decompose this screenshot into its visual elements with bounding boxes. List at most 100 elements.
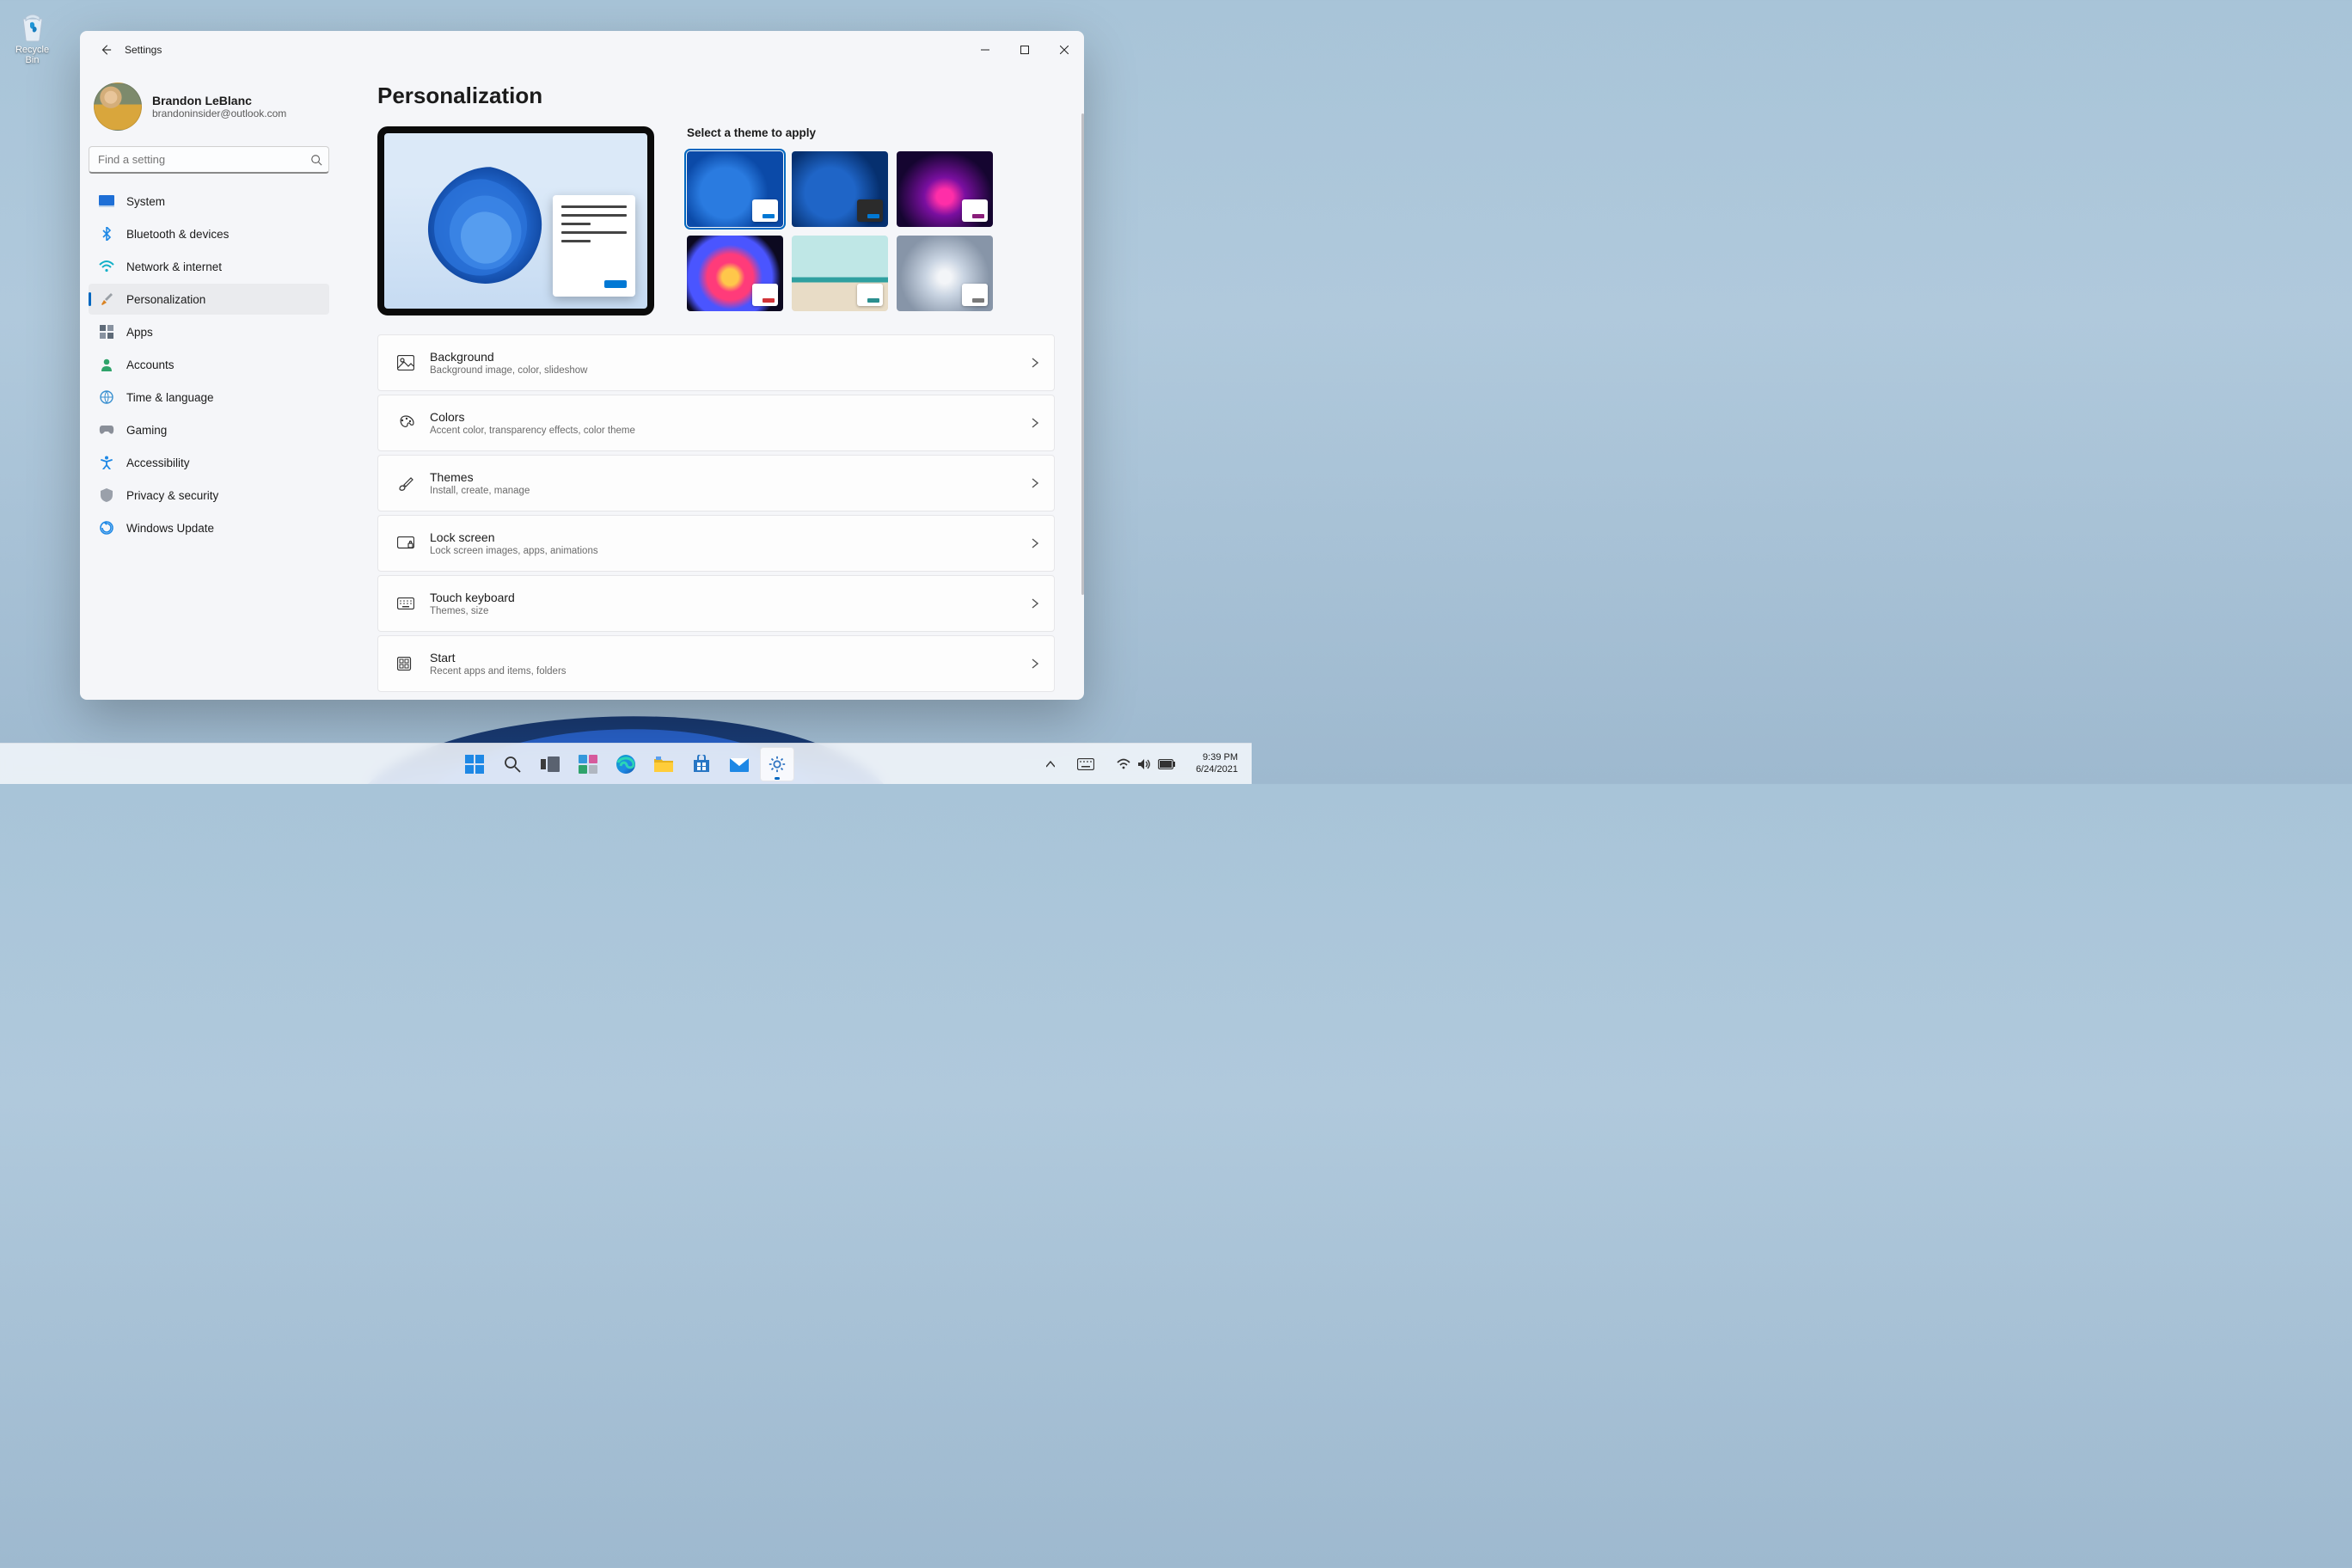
accessibility-icon: [99, 455, 114, 470]
theme-option-6[interactable]: [897, 236, 993, 311]
taskbar-widgets[interactable]: [571, 747, 605, 781]
sidebar-item-label: Privacy & security: [126, 489, 218, 502]
row-title: Colors: [430, 410, 635, 424]
apps-icon: [99, 324, 114, 340]
taskbar-search[interactable]: [495, 747, 530, 781]
update-icon: [99, 520, 114, 536]
tray-overflow[interactable]: [1039, 757, 1062, 771]
theme-option-3[interactable]: [897, 151, 993, 227]
profile-email: brandoninsider@outlook.com: [152, 107, 286, 119]
row-colors[interactable]: Colors Accent color, transparency effects…: [377, 395, 1055, 451]
sidebar-item-personalization[interactable]: Personalization: [89, 284, 329, 315]
page-title: Personalization: [377, 83, 1055, 109]
settings-window: Settings Brandon LeBlanc brandoninsider@…: [80, 31, 1084, 700]
theme-option-2[interactable]: [792, 151, 888, 227]
chevron-up-icon: [1046, 761, 1055, 768]
theme-option-5[interactable]: [792, 236, 888, 311]
app-title: Settings: [125, 44, 162, 56]
gamepad-icon: [99, 422, 114, 438]
sidebar-item-bluetooth[interactable]: Bluetooth & devices: [89, 218, 329, 249]
maximize-icon: [1020, 46, 1029, 54]
scrollbar[interactable]: [1081, 113, 1084, 700]
row-background[interactable]: BackgroundBackground image, color, slide…: [377, 334, 1055, 391]
avatar: [94, 83, 142, 131]
tray-quick-settings[interactable]: [1110, 755, 1182, 774]
taskbar-taskview[interactable]: [533, 747, 567, 781]
desktop-preview[interactable]: [377, 126, 654, 315]
sidebar-item-label: Accessibility: [126, 456, 190, 469]
sidebar-item-windows-update[interactable]: Windows Update: [89, 512, 329, 543]
image-icon: [394, 355, 418, 371]
gear-icon: [768, 755, 787, 774]
row-lock-screen[interactable]: Lock screen Lock screen images, apps, ani…: [377, 515, 1055, 572]
wifi-small-icon: [1117, 758, 1130, 770]
sidebar-item-network[interactable]: Network & internet: [89, 251, 329, 282]
sidebar-item-accessibility[interactable]: Accessibility: [89, 447, 329, 478]
nav: System Bluetooth & devices Network & int…: [89, 186, 329, 543]
person-icon: [99, 357, 114, 372]
taskbar-mail[interactable]: [722, 747, 756, 781]
row-title: Themes: [430, 470, 530, 484]
row-themes[interactable]: Themes Install, create, manage: [377, 455, 1055, 511]
theme-option-1[interactable]: [687, 151, 783, 227]
globe-clock-icon: [99, 389, 114, 405]
taskbar-edge[interactable]: [609, 747, 643, 781]
taskbar-settings[interactable]: [760, 747, 794, 781]
recycle-bin-icon: [15, 9, 50, 43]
system-tray: 9:39 PM 6/24/2021: [1039, 749, 1252, 780]
recycle-bin[interactable]: Recycle Bin: [9, 9, 56, 65]
sidebar-item-gaming[interactable]: Gaming: [89, 414, 329, 445]
row-desc: Accent color, transparency effects, colo…: [430, 426, 635, 436]
row-start[interactable]: StartRecent apps and items, folders: [377, 635, 1055, 692]
keyboard-small-icon: [1077, 758, 1094, 770]
taskbar: 9:39 PM 6/24/2021: [0, 743, 1252, 784]
sidebar-item-time-language[interactable]: Time & language: [89, 382, 329, 413]
sidebar-item-apps[interactable]: Apps: [89, 316, 329, 347]
row-desc: Lock screen images, apps, animations: [430, 546, 598, 556]
profile[interactable]: Brandon LeBlanc brandoninsider@outlook.c…: [89, 74, 329, 143]
volume-icon: [1137, 758, 1151, 770]
search-icon: [504, 756, 521, 773]
start-button[interactable]: [457, 747, 492, 781]
tray-input-indicator[interactable]: [1070, 755, 1101, 774]
bluetooth-icon: [99, 226, 114, 242]
chevron-right-icon: [1032, 538, 1038, 548]
taskbar-store[interactable]: [684, 747, 719, 781]
keyboard-icon: [394, 597, 418, 609]
taskview-icon: [541, 756, 560, 772]
taskbar-center: [457, 747, 794, 781]
themes-label: Select a theme to apply: [687, 126, 1055, 139]
taskbar-explorer[interactable]: [646, 747, 681, 781]
sidebar-item-accounts[interactable]: Accounts: [89, 349, 329, 380]
back-button[interactable]: [92, 36, 119, 64]
row-touch-keyboard[interactable]: Touch keyboardThemes, size: [377, 575, 1055, 632]
sidebar-item-label: Network & internet: [126, 260, 222, 273]
paintbrush-icon: [99, 291, 114, 307]
row-title: Lock screen: [430, 530, 598, 544]
brush-icon: [394, 475, 418, 491]
sidebar-item-privacy[interactable]: Privacy & security: [89, 480, 329, 511]
tray-clock[interactable]: 9:39 PM 6/24/2021: [1191, 749, 1243, 780]
mail-icon: [729, 756, 750, 773]
theme-option-4[interactable]: [687, 236, 783, 311]
row-desc: Install, create, manage: [430, 486, 530, 496]
maximize-button[interactable]: [1005, 34, 1044, 65]
row-desc: Recent apps and items, folders: [430, 666, 567, 677]
close-button[interactable]: [1044, 34, 1084, 65]
window-controls: [965, 34, 1084, 65]
folder-icon: [653, 756, 674, 773]
settings-list: BackgroundBackground image, color, slide…: [377, 334, 1055, 692]
sidebar-item-label: Time & language: [126, 391, 214, 404]
chevron-right-icon: [1032, 418, 1038, 428]
theme-grid: [687, 151, 1055, 311]
sidebar-item-label: Gaming: [126, 424, 167, 437]
arrow-left-icon: [100, 44, 112, 56]
tray-date: 6/24/2021: [1196, 764, 1238, 776]
chevron-right-icon: [1032, 598, 1038, 609]
minimize-button[interactable]: [965, 34, 1005, 65]
search-input[interactable]: [89, 146, 329, 174]
sidebar-item-system[interactable]: System: [89, 186, 329, 217]
shield-icon: [99, 487, 114, 503]
store-icon: [692, 755, 711, 774]
row-title: Background: [430, 350, 587, 364]
